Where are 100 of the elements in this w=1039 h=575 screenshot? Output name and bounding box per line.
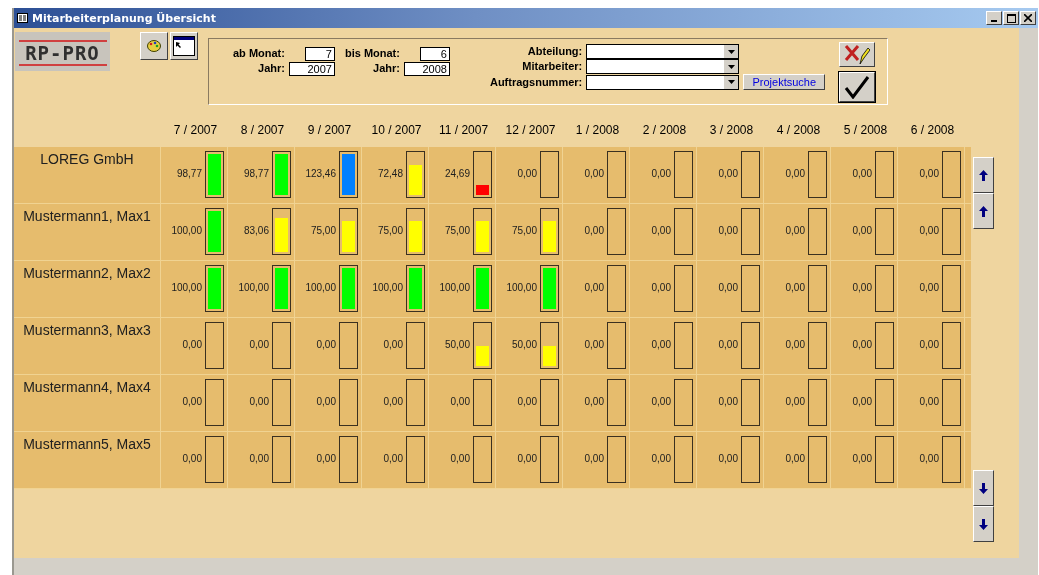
meter-bar [607, 379, 626, 426]
scroll-bottom-button[interactable] [973, 506, 994, 542]
meter-bar [875, 436, 894, 483]
employee-name: Mustermann5, Max5 [23, 436, 151, 453]
project-search-button[interactable]: Projektsuche [743, 74, 826, 90]
dropdown-field[interactable] [586, 59, 740, 74]
hours-value: 0,00 [182, 339, 202, 350]
employee-name: LOREG GmbH [40, 151, 134, 168]
hours-value: 0,00 [651, 453, 671, 464]
meter-bar [741, 151, 760, 198]
meter-bar [540, 151, 559, 198]
palette-icon [147, 40, 161, 52]
hours-value: 0,00 [919, 168, 939, 179]
hours-value: 0,00 [182, 396, 202, 407]
maximize-button[interactable] [1003, 11, 1019, 25]
meter-bar [741, 436, 760, 483]
delete-edit-button[interactable] [839, 42, 876, 67]
meter-bar [540, 379, 559, 426]
down-arrow-icon [979, 518, 988, 530]
scroll-down-button[interactable] [973, 470, 994, 506]
close-icon [1024, 14, 1032, 22]
hours-value: 50,00 [444, 339, 470, 350]
hours-value: 100,00 [506, 282, 537, 293]
meter-bar [942, 208, 961, 255]
hours-value: 0,00 [584, 453, 604, 464]
meter-bar [808, 322, 827, 369]
meter-bar [607, 322, 626, 369]
meter-bar [875, 322, 894, 369]
meter-bar [808, 379, 827, 426]
scroll-up-button[interactable] [973, 193, 994, 229]
meter-bar [875, 379, 894, 426]
hours-value: 100,00 [171, 282, 202, 293]
hours-value: 98,77 [176, 168, 202, 179]
month-header: 7 / 2007 [172, 123, 219, 137]
hours-value: 75,00 [377, 225, 403, 236]
hours-value: 75,00 [444, 225, 470, 236]
meter-bar [406, 379, 425, 426]
field-label: Mitarbeiter: [522, 59, 583, 74]
dropdown-arrow-icon [727, 80, 735, 84]
meter-bar [674, 208, 693, 255]
hours-value: 75,00 [310, 225, 336, 236]
month-header: 3 / 2008 [708, 123, 755, 137]
hours-value: 0,00 [651, 282, 671, 293]
meter-bar [808, 436, 827, 483]
meter-bar [808, 151, 827, 198]
hours-value: 0,00 [584, 282, 604, 293]
hours-value: 0,00 [383, 453, 403, 464]
meter-bar [339, 379, 358, 426]
field-label: Abteilung: [527, 44, 583, 59]
field-label: bis Monat: [344, 46, 400, 61]
hours-value: 0,00 [651, 396, 671, 407]
hours-value: 50,00 [511, 339, 537, 350]
dropdown-field[interactable] [586, 74, 740, 90]
hours-value: 0,00 [919, 453, 939, 464]
meter-bar [674, 265, 693, 312]
hours-value: 0,00 [316, 396, 336, 407]
hours-value: 0,00 [584, 225, 604, 236]
month-field[interactable]: 7 [304, 46, 335, 61]
hours-value: 0,00 [718, 225, 738, 236]
palette-button[interactable] [140, 32, 168, 60]
hours-value: 0,00 [718, 168, 738, 179]
hours-value: 72,48 [377, 168, 403, 179]
employee-name: Mustermann4, Max4 [23, 379, 151, 396]
meter-bar [339, 322, 358, 369]
year-field[interactable]: 2008 [403, 61, 450, 76]
window-cursor-icon [173, 36, 195, 56]
hours-value: 0,00 [316, 453, 336, 464]
hours-value: 0,00 [852, 168, 872, 179]
hours-value: 0,00 [785, 396, 805, 407]
month-header: 12 / 2007 [504, 123, 557, 137]
hours-value: 123,46 [305, 168, 336, 179]
hours-value: 0,00 [919, 282, 939, 293]
field-label: Jahr: [258, 61, 285, 76]
dropdown-field[interactable] [586, 44, 740, 59]
hours-value: 0,00 [517, 396, 537, 407]
window-button[interactable] [170, 32, 198, 60]
meter-bar [808, 208, 827, 255]
field-label: ab Monat: [233, 46, 285, 61]
meter-bar [942, 379, 961, 426]
hours-value: 0,00 [785, 168, 805, 179]
confirm-button[interactable] [839, 72, 876, 102]
scroll-top-button[interactable] [973, 157, 994, 193]
meter-bar [942, 322, 961, 369]
year-field[interactable]: 2007 [288, 61, 335, 76]
meter-bar [674, 379, 693, 426]
close-button[interactable] [1020, 11, 1036, 25]
meter-bar [875, 208, 894, 255]
month-header: 5 / 2008 [842, 123, 889, 137]
minimize-button[interactable] [986, 11, 1002, 25]
month-field[interactable]: 6 [419, 46, 450, 61]
meter-bar [272, 436, 291, 483]
form-icon [17, 13, 28, 23]
hours-value: 0,00 [852, 396, 872, 407]
hours-value: 0,00 [919, 396, 939, 407]
hours-value: 0,00 [182, 453, 202, 464]
hours-value: 83,06 [243, 225, 269, 236]
window-title: Mitarbeiterplanung Übersicht [32, 11, 217, 25]
meter-bar [205, 322, 224, 369]
meter-bar [741, 208, 760, 255]
meter-bar [540, 436, 559, 483]
